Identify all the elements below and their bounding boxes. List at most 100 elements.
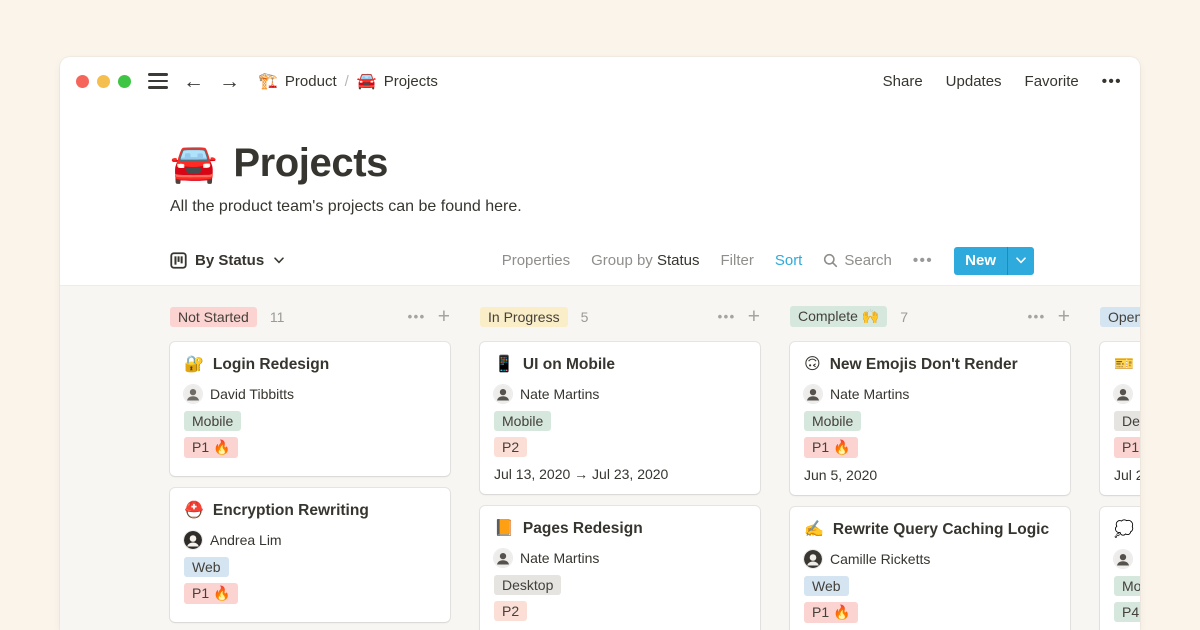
forward-arrow-icon[interactable]: →: [219, 71, 240, 92]
app-window: ← → 🏗️ Product / 🚘 Projects Share Update…: [60, 57, 1140, 630]
card-open-1[interactable]: 🎫 P Nate Martins Desktop P1 🔥 Jul 2: [1100, 342, 1140, 495]
card-ui-on-mobile[interactable]: 📱 UI on Mobile Nate Martins Mobile P2 Ju…: [480, 342, 760, 494]
card-date: Jul 13, 2020 → Jul 23, 2020: [494, 466, 746, 482]
view-name: By Status: [195, 252, 264, 269]
avatar: [494, 549, 512, 567]
upside-down-face-icon: 🙃: [804, 357, 821, 373]
breadcrumb-separator: /: [345, 73, 349, 90]
assignee-name: David Tibbitts: [210, 386, 294, 402]
window-controls: [76, 75, 131, 88]
breadcrumb-item-product[interactable]: 🏗️ Product: [258, 71, 337, 91]
priority-chip: P1 🔥: [1114, 437, 1140, 458]
card-encryption-rewriting[interactable]: ⛑️ Encryption Rewriting Andrea Lim Web P…: [170, 488, 450, 622]
locked-with-key-icon: 🔐: [184, 357, 204, 373]
column-status-badge: Complete 🙌: [790, 306, 887, 327]
rescue-helmet-icon: ⛑️: [184, 503, 204, 519]
card-title: Rewrite Query Caching Logic: [833, 521, 1049, 539]
column-count: 7: [900, 309, 908, 325]
properties-button[interactable]: Properties: [502, 252, 570, 269]
view-selector[interactable]: By Status: [170, 252, 284, 269]
chevron-down-icon: [1016, 257, 1026, 264]
minimize-window-icon[interactable]: [97, 75, 110, 88]
tag-chip: Desktop: [1114, 411, 1140, 431]
maximize-window-icon[interactable]: [118, 75, 131, 88]
breadcrumb-item-projects[interactable]: 🚘 Projects: [357, 71, 438, 91]
column-more-icon[interactable]: •••: [408, 309, 426, 324]
assignee-name: Nate Martins: [830, 386, 909, 402]
ticket-icon: 🎫: [1114, 357, 1134, 373]
mobile-phone-icon: 📱: [494, 357, 514, 373]
car-icon: 🚘: [357, 71, 377, 91]
column-more-icon[interactable]: •••: [718, 309, 736, 324]
search-button[interactable]: Search: [823, 252, 892, 269]
priority-chip: P2: [494, 437, 527, 457]
page-icon-car[interactable]: 🚘: [170, 145, 217, 183]
card-pages-redesign[interactable]: 📙 Pages Redesign Nate Martins Desktop P2: [480, 506, 760, 630]
card-title: Pages Redesign: [523, 520, 643, 538]
column-status-badge: Not Started: [170, 307, 257, 327]
column-in-progress: In Progress 5 ••• + 📱 UI on Mobile Nate …: [480, 306, 760, 630]
sort-button[interactable]: Sort: [775, 252, 803, 269]
back-arrow-icon[interactable]: ←: [183, 71, 204, 92]
card-open-2[interactable]: 💭 C S Mobile P4: [1100, 507, 1140, 630]
tag-chip: Mobile: [494, 411, 551, 431]
construction-crane-icon: 🏗️: [258, 71, 278, 91]
card-rewrite-query-caching-logic[interactable]: ✍️ Rewrite Query Caching Logic Camille R…: [790, 507, 1070, 630]
menu-icon[interactable]: [148, 73, 168, 88]
card-date: Jun 5, 2020: [804, 467, 1056, 483]
group-by-button[interactable]: Group by Status: [591, 252, 699, 269]
tag-chip: Mobile: [184, 411, 241, 431]
new-button-label[interactable]: New: [954, 247, 1007, 275]
column-complete: Complete 🙌 7 ••• + 🙃 New Emojis Don't Re…: [790, 306, 1070, 630]
breadcrumb-label: Projects: [384, 73, 438, 90]
favorite-button[interactable]: Favorite: [1025, 73, 1079, 90]
avatar: [1114, 550, 1132, 568]
updates-button[interactable]: Updates: [946, 73, 1002, 90]
page-description: All the product team's projects can be f…: [170, 198, 1032, 216]
tag-chip: Desktop: [494, 575, 561, 595]
tag-chip: Web: [184, 557, 229, 577]
topbar-actions: Share Updates Favorite •••: [883, 73, 1122, 90]
toolbar-more-icon[interactable]: •••: [913, 252, 933, 269]
column-status-badge: In Progress: [480, 307, 568, 327]
priority-chip: P1 🔥: [804, 602, 858, 623]
card-login-redesign[interactable]: 🔐 Login Redesign David Tibbitts Mobile P…: [170, 342, 450, 476]
thought-balloon-icon: 💭: [1114, 522, 1134, 538]
breadcrumb-label: Product: [285, 73, 337, 90]
view-toolbar: By Status Properties Group by Status Fil…: [60, 246, 1140, 276]
new-button-caret[interactable]: [1007, 247, 1034, 275]
more-options-icon[interactable]: •••: [1102, 73, 1122, 90]
chevron-down-icon: [274, 257, 284, 264]
card-title: Login Redesign: [213, 356, 329, 374]
board-view-icon: [170, 252, 187, 269]
column-add-icon[interactable]: +: [438, 306, 450, 327]
close-window-icon[interactable]: [76, 75, 89, 88]
priority-chip: P1 🔥: [804, 437, 858, 458]
card-title: UI on Mobile: [523, 356, 615, 374]
filter-button[interactable]: Filter: [721, 252, 754, 269]
assignee-name: Nate Martins: [520, 550, 599, 566]
card-title: Encryption Rewriting: [213, 502, 369, 520]
tag-chip: Web: [804, 576, 849, 596]
share-button[interactable]: Share: [883, 73, 923, 90]
breadcrumb: 🏗️ Product / 🚘 Projects: [258, 71, 438, 91]
avatar: [804, 385, 822, 403]
new-button[interactable]: New: [954, 247, 1034, 275]
assignee-name: Camille Ricketts: [830, 551, 930, 567]
priority-chip: P1 🔥: [184, 437, 238, 458]
column-add-icon[interactable]: +: [748, 306, 760, 327]
tag-chip: Mobile: [1114, 576, 1140, 596]
column-not-started: Not Started 11 ••• + 🔐 Login Redesign Da…: [170, 306, 450, 630]
page-header: 🚘 Projects All the product team's projec…: [60, 105, 1140, 216]
priority-chip: P1 🔥: [184, 583, 238, 604]
column-more-icon[interactable]: •••: [1028, 309, 1046, 324]
avatar: [1114, 385, 1132, 403]
column-add-icon[interactable]: +: [1058, 306, 1070, 327]
column-count: 5: [581, 309, 589, 325]
avatar: [804, 550, 822, 568]
writing-hand-icon: ✍️: [804, 522, 824, 538]
card-new-emojis-dont-render[interactable]: 🙃 New Emojis Don't Render Nate Martins M…: [790, 342, 1070, 495]
card-date: Jul 2: [1114, 467, 1140, 483]
column-status-badge: Open: [1100, 307, 1140, 327]
avatar: [184, 531, 202, 549]
